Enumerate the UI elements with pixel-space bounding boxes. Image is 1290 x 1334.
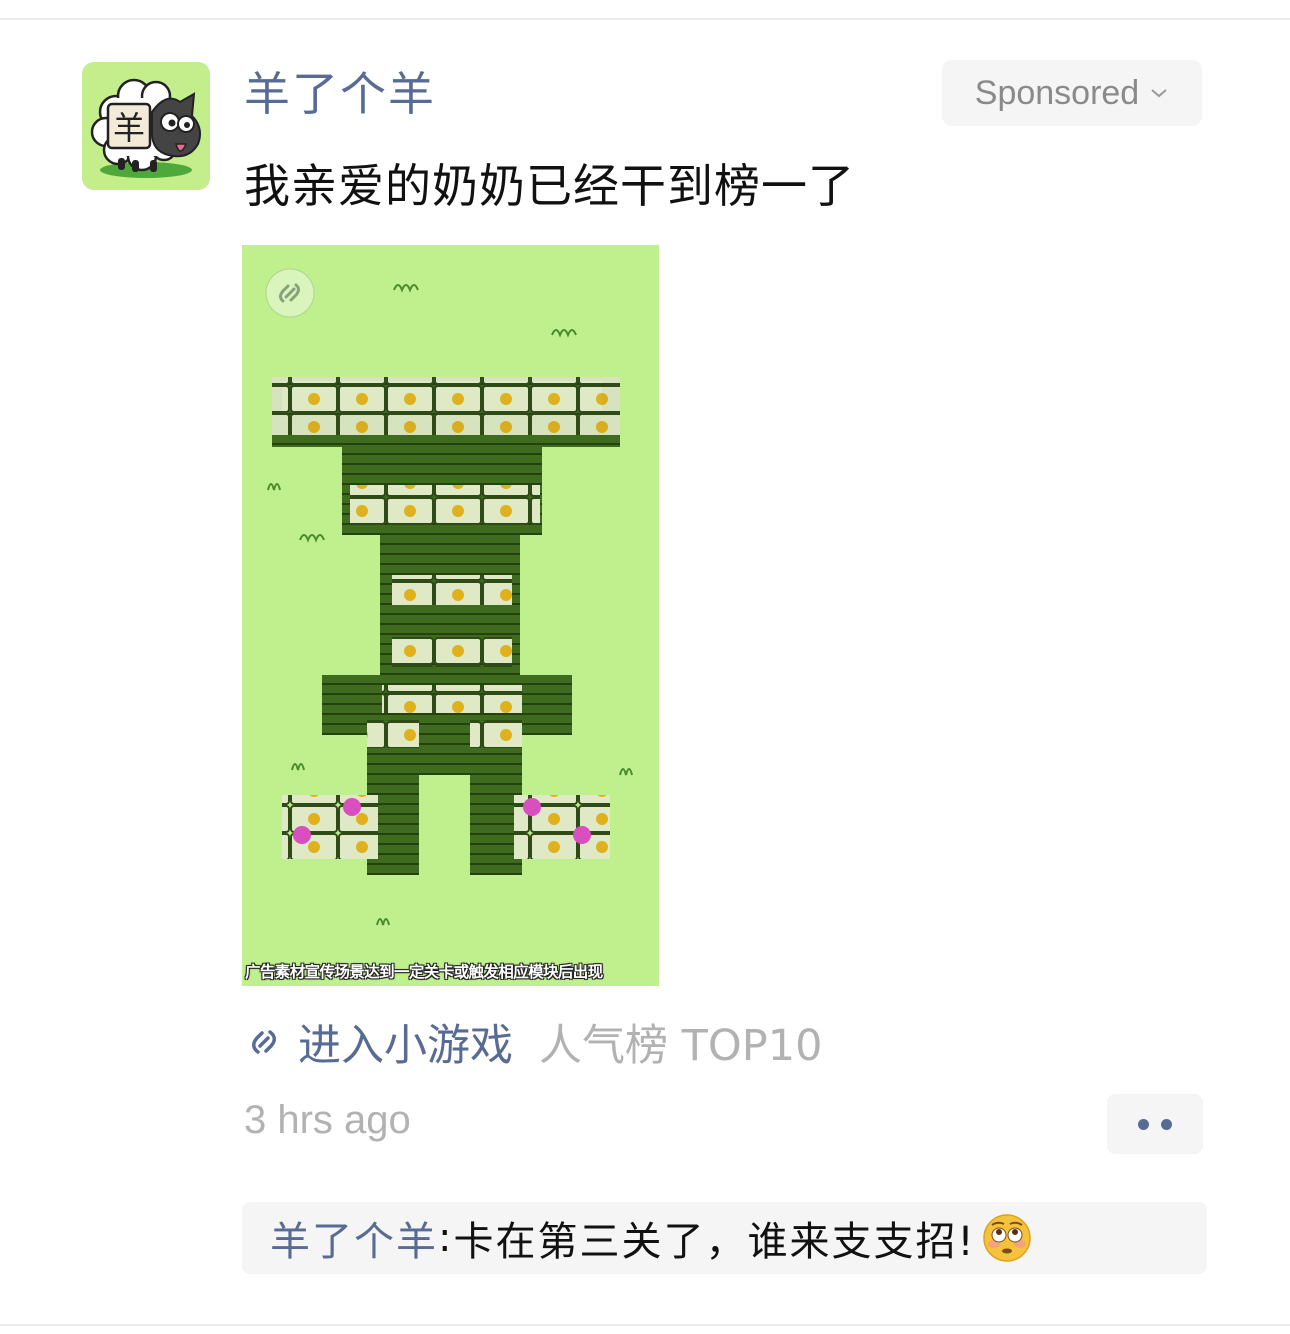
post-text: 我亲爱的奶奶已经干到榜一了 <box>244 159 855 213</box>
flushed-face-emoji-icon <box>982 1214 1031 1262</box>
sponsored-label: Sponsored <box>974 73 1140 112</box>
mini-program-link-icon <box>252 1030 276 1054</box>
mini-game-link-row[interactable]: 进入小游戏 人气榜 TOP10 <box>244 1012 822 1072</box>
avatar-tile-char: 羊 <box>113 109 145 147</box>
more-actions-button[interactable] <box>1107 1094 1203 1154</box>
comment-item[interactable]: 羊了个羊 : 卡在第三关了，谁来支支招! <box>270 1202 1032 1274</box>
sponsored-dropdown[interactable]: Sponsored <box>942 60 1202 126</box>
post-timestamp: 3 hrs ago <box>244 1098 411 1142</box>
sheep-logo-icon: 羊 <box>90 78 201 178</box>
comment-text: 卡在第三关了，谁来支支招! <box>453 1219 976 1265</box>
media-caption: 广告素材宣传场景达到一定关卡或触发相应模块后出现 <box>245 963 603 981</box>
popularity-rank-label: 人气榜 TOP10 <box>539 1021 823 1071</box>
comment-author[interactable]: 羊了个羊 <box>270 1209 438 1267</box>
chevron-down-icon <box>1151 89 1167 98</box>
ad-media-image[interactable]: 广告素材宣传场景达到一定关卡或触发相应模块后出现 <box>242 245 659 986</box>
more-dot-icon <box>1161 1118 1172 1130</box>
enter-mini-game-link[interactable]: 进入小游戏 <box>298 1011 513 1073</box>
comment-separator: : <box>438 1215 454 1261</box>
bottom-divider <box>0 1324 1290 1326</box>
more-dot-icon <box>1138 1118 1149 1130</box>
account-avatar[interactable]: 羊 <box>82 62 210 190</box>
comments-panel: 羊了个羊 : 卡在第三关了，谁来支支招! <box>242 1202 1207 1274</box>
tile-tower-illustration <box>265 268 633 926</box>
top-divider <box>0 18 1290 20</box>
account-name[interactable]: 羊了个羊 <box>244 64 436 124</box>
